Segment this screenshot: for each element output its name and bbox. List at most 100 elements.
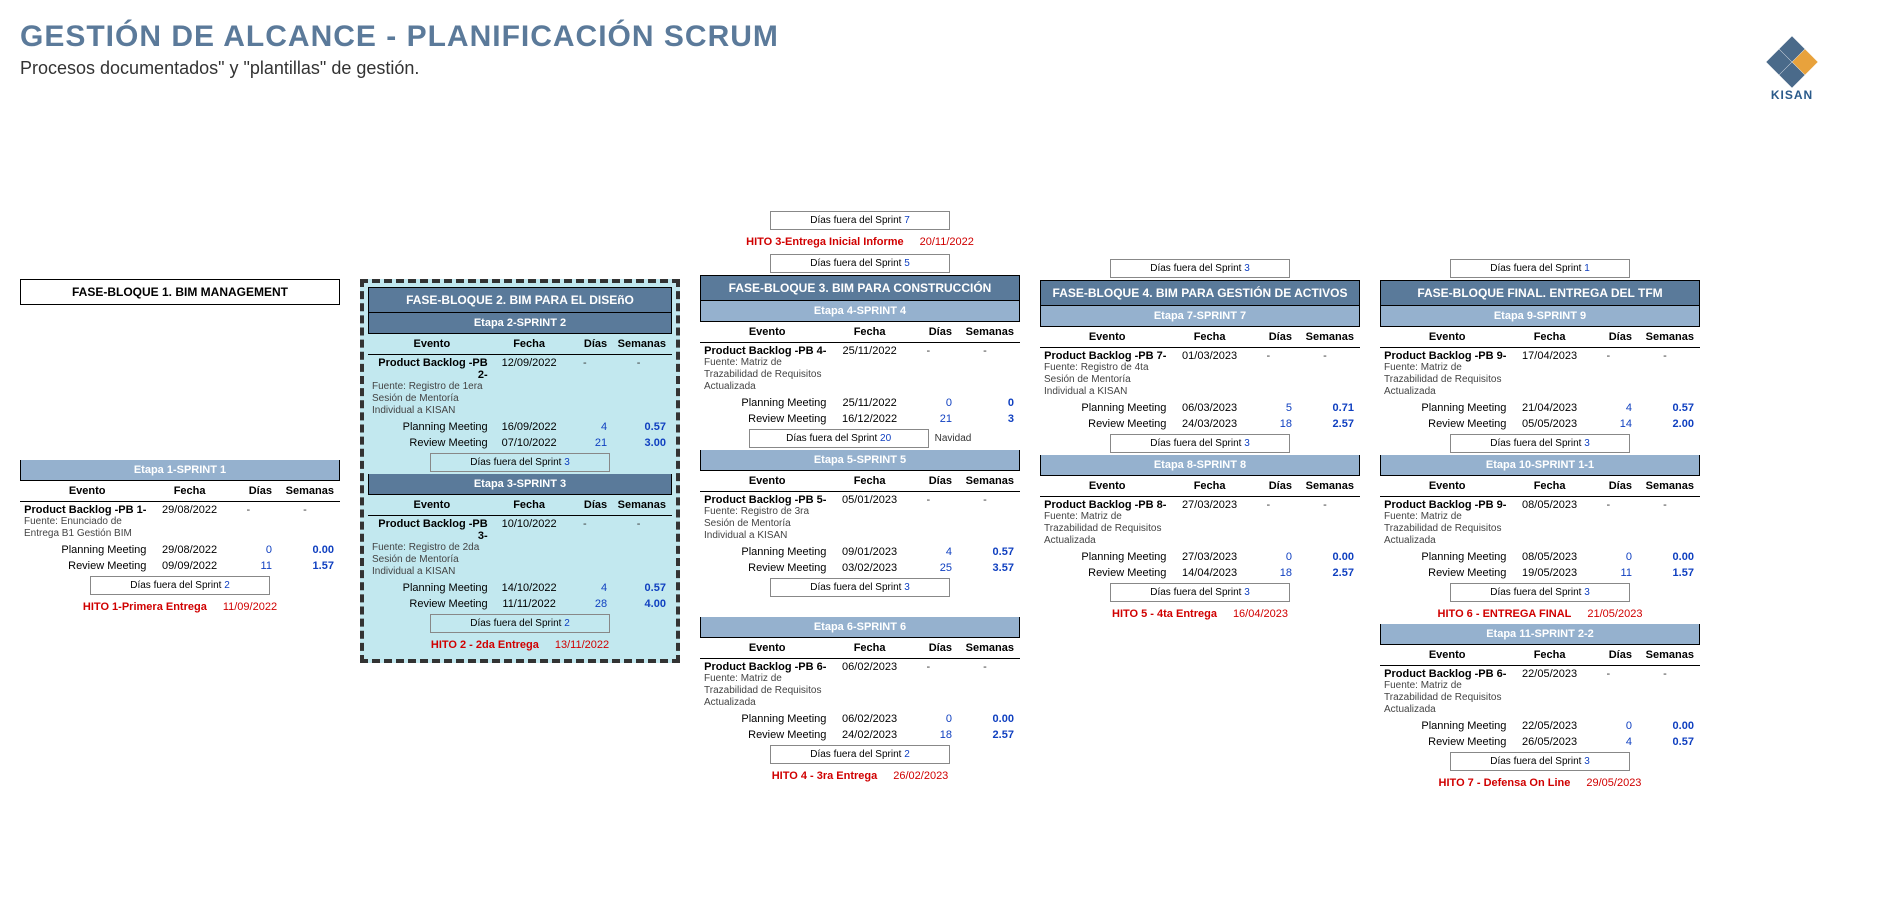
planning-weeks: 0.57 [611, 421, 672, 433]
col-semanas: Semanas [956, 326, 1020, 338]
review-date: 03/02/2023 [834, 562, 904, 574]
pb-source: Fuente: Matriz de Trazabilidad de Requis… [1380, 680, 1506, 716]
pb-row: Product Backlog -PB 1-Fuente: Enunciado … [20, 502, 340, 542]
pb-source: Fuente: Matriz de Trazabilidad de Requis… [1380, 362, 1506, 398]
review-weeks: 3.00 [611, 437, 672, 449]
col-dias: Días [1585, 480, 1636, 492]
dash: - [905, 494, 956, 506]
pb-row: Product Backlog -PB 9-Fuente: Matriz de … [1380, 497, 1700, 549]
planning-weeks: 0 [956, 397, 1020, 409]
dash: - [276, 504, 340, 516]
hito-date: 26/02/2023 [893, 770, 948, 782]
col-fecha: Fecha [1514, 649, 1584, 661]
pb-row: Product Backlog -PB 6-Fuente: Matriz de … [1380, 666, 1700, 718]
col-semanas: Semanas [1636, 331, 1700, 343]
planning-date: 14/10/2022 [496, 582, 563, 594]
pb-date: 17/04/2023 [1514, 350, 1584, 362]
col-semanas: Semanas [956, 475, 1020, 487]
hito-5: HITO 5 - 4ta Entrega16/04/2023 [1040, 604, 1360, 624]
out-days-s9: Días fuera del Sprint 3 [1450, 434, 1630, 453]
table-head: EventoFechaDíasSemanas [368, 495, 672, 516]
out-value: 2 [904, 749, 910, 760]
review-date: 11/11/2022 [496, 598, 563, 610]
pb-title: Product Backlog -PB 2- [368, 357, 488, 381]
planning-date: 16/09/2022 [496, 421, 563, 433]
review-date: 09/09/2022 [154, 560, 224, 572]
pb-date: 27/03/2023 [1174, 499, 1244, 511]
pb-date: 29/08/2022 [154, 504, 224, 516]
review-days: 18 [905, 729, 956, 741]
out-days-top-7: Días fuera del Sprint 7 [770, 211, 950, 230]
sprint-5-header: Etapa 5-SPRINT 5 [700, 450, 1020, 471]
review-weeks: 1.57 [1636, 567, 1700, 579]
table-head: EventoFechaDíasSemanas [700, 638, 1020, 659]
table-head: EventoFechaDíasSemanas [1040, 476, 1360, 497]
pb-source: Fuente: Registro de 4ta Sesión de Mentor… [1040, 362, 1166, 398]
col-dias: Días [1245, 480, 1296, 492]
out-value: 20 [880, 433, 891, 444]
table-head: EventoFechaDíasSemanas [368, 334, 672, 355]
review-days: 21 [563, 437, 612, 449]
planning-date: 06/03/2023 [1174, 402, 1244, 414]
out-value: 2 [224, 580, 230, 591]
out-label: Días fuera del Sprint [1490, 587, 1584, 598]
col-fecha: Fecha [1514, 331, 1584, 343]
planning-label: Planning Meeting [368, 582, 496, 594]
sprint-10-header: Etapa 10-SPRINT 1-1 [1380, 455, 1700, 476]
pb-date: 12/09/2022 [496, 357, 563, 369]
review-row: Review Meeting03/02/2023253.57 [700, 560, 1020, 576]
col-fecha: Fecha [834, 326, 904, 338]
review-days: 11 [225, 560, 276, 572]
dash: - [563, 357, 612, 369]
review-weeks: 4.00 [611, 598, 672, 610]
pb-title: Product Backlog -PB 9- [1380, 499, 1506, 511]
dash: - [563, 518, 612, 530]
review-row: Review Meeting19/05/2023111.57 [1380, 565, 1700, 581]
review-label: Review Meeting [1380, 567, 1514, 579]
review-date: 24/02/2023 [834, 729, 904, 741]
planning-label: Planning Meeting [1040, 402, 1174, 414]
out-label: Días fuera del Sprint [1490, 756, 1584, 767]
out-value: 5 [904, 258, 910, 269]
col-semanas: Semanas [1636, 649, 1700, 661]
phase-4-header: FASE-BLOQUE 4. BIM PARA GESTIÓN DE ACTIV… [1040, 280, 1360, 306]
col-phase-4: Días fuera del Sprint 3 FASE-BLOQUE 4. B… [1040, 99, 1360, 624]
hito-6: HITO 6 - ENTREGA FINAL21/05/2023 [1380, 604, 1700, 624]
table-head: EventoFechaDíasSemanas [1380, 327, 1700, 348]
dash: - [1636, 668, 1700, 680]
review-row: Review Meeting11/11/2022284.00 [368, 596, 672, 612]
review-row: Review Meeting16/12/2022213 [700, 411, 1020, 427]
out-label: Días fuera del Sprint [1150, 263, 1244, 274]
sprint-3-header: Etapa 3-SPRINT 3 [368, 474, 672, 495]
review-weeks: 2.00 [1636, 418, 1700, 430]
sprint-9-header: Etapa 9-SPRINT 9 [1380, 306, 1700, 327]
planning-days: 0 [905, 713, 956, 725]
out-label: Días fuera del Sprint [810, 258, 904, 269]
col-evento: Evento [1040, 480, 1174, 492]
planning-row: Planning Meeting21/04/202340.57 [1380, 400, 1700, 416]
planning-date: 22/05/2023 [1514, 720, 1584, 732]
out-label: Días fuera del Sprint [810, 215, 904, 226]
out-label: Días fuera del Sprint [786, 433, 880, 444]
pb-source: Fuente: Matriz de Trazabilidad de Requis… [1040, 511, 1166, 547]
col-dias: Días [1585, 331, 1636, 343]
dash: - [611, 518, 672, 530]
pb-date: 10/10/2022 [496, 518, 563, 530]
planning-label: Planning Meeting [700, 397, 834, 409]
page-title: GESTIÓN DE ALCANCE - PLANIFICACIÓN SCRUM [20, 20, 1874, 54]
review-weeks: 3.57 [956, 562, 1020, 574]
planning-weeks: 0.57 [1636, 402, 1700, 414]
col-evento: Evento [1380, 331, 1514, 343]
review-label: Review Meeting [1040, 418, 1174, 430]
planning-days: 0 [225, 544, 276, 556]
table-head: Evento Fecha Días Semanas [20, 481, 340, 502]
pb-title: Product Backlog -PB 5- [700, 494, 826, 506]
planning-days: 5 [1245, 402, 1296, 414]
dash: - [905, 661, 956, 673]
pb-date: 01/03/2023 [1174, 350, 1244, 362]
planning-row: Planning Meeting16/09/202240.57 [368, 419, 672, 435]
out-label: Días fuera del Sprint [1150, 438, 1244, 449]
pb-source: Fuente: Registro de 1era Sesión de Mento… [368, 381, 488, 417]
review-date: 26/05/2023 [1514, 736, 1584, 748]
col-dias: Días [905, 475, 956, 487]
